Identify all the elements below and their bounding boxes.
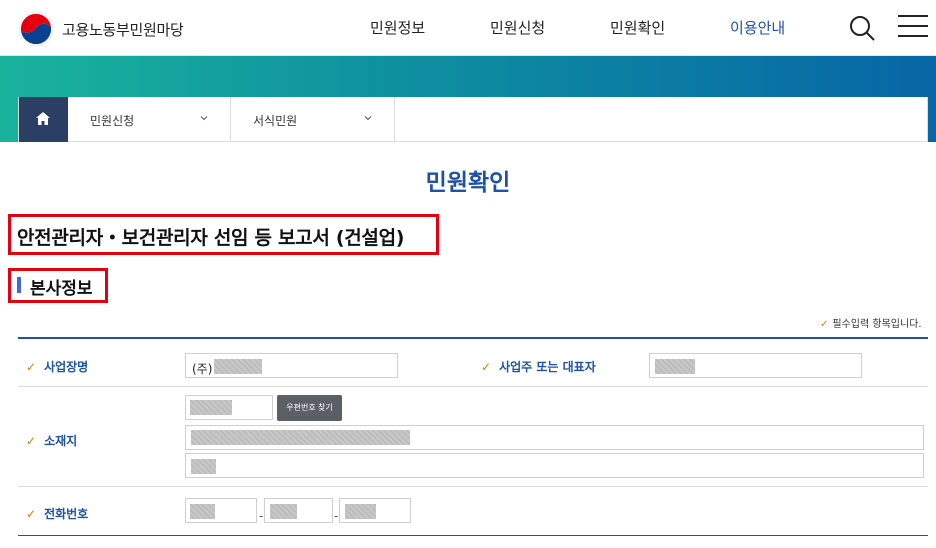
home-icon <box>36 112 50 125</box>
business-name-label: ✓ 사업장명 <box>26 360 89 374</box>
address-detail-input[interactable] <box>185 453 924 478</box>
phone-label: ✓ 전화번호 <box>26 507 89 521</box>
page-title: 민원확인 <box>425 170 511 196</box>
address-label: ✓ 소재지 <box>26 434 78 448</box>
section-title-bar <box>17 277 21 293</box>
redacted-business-name <box>214 359 262 374</box>
chevron-down-icon <box>364 116 372 121</box>
required-check-icon: ✓ <box>26 434 37 448</box>
nav-item-check[interactable]: 민원확인 <box>610 17 665 38</box>
phone-separator: - <box>259 509 264 523</box>
redacted-address-detail <box>191 459 216 474</box>
redacted-owner <box>655 359 695 374</box>
phone-separator: - <box>334 509 339 523</box>
search-icon[interactable] <box>848 14 876 42</box>
redacted-phone-part1 <box>190 504 215 519</box>
breadcrumb-dropdown-level1[interactable]: 민원신청 <box>68 97 231 142</box>
government-logo-icon[interactable] <box>18 11 54 47</box>
redacted-phone-part3 <box>345 504 376 519</box>
header: 고용노동부민원마당 민원정보 민원신청 민원확인 이용안내 <box>0 0 936 56</box>
document-title: 안전관리자・보건관리자 선임 등 보고서 (건설업) <box>17 227 405 249</box>
required-check-icon: ✓ <box>26 360 37 374</box>
chevron-down-icon <box>200 116 208 121</box>
breadcrumb-level1-label: 민원신청 <box>90 114 135 128</box>
owner-label: ✓ 사업주 또는 대표자 <box>481 360 596 374</box>
check-icon: ✓ <box>820 319 829 330</box>
row-divider <box>18 386 928 387</box>
section-title: 본사정보 <box>30 279 93 299</box>
required-note: ✓ 필수입력 항목입니다. <box>820 319 922 330</box>
home-button[interactable] <box>19 97 68 142</box>
form-top-border <box>18 337 928 339</box>
required-check-icon: ✓ <box>481 360 492 374</box>
business-name-prefix: (주) <box>192 362 213 376</box>
breadcrumb: 민원신청 서식민원 <box>18 97 928 142</box>
nav-item-guide[interactable]: 이용안내 <box>730 17 785 38</box>
breadcrumb-level2-label: 서식민원 <box>253 114 298 128</box>
breadcrumb-dropdown-level2[interactable]: 서식민원 <box>231 97 395 142</box>
find-zipcode-button[interactable]: 우편번호 찾기 <box>277 395 342 421</box>
site-title[interactable]: 고용노동부민원마당 <box>62 19 184 40</box>
redacted-address <box>191 430 410 445</box>
redacted-phone-part2 <box>270 504 297 519</box>
redacted-zipcode <box>190 400 232 415</box>
hamburger-menu-icon[interactable] <box>898 14 928 38</box>
form-bottom-border <box>18 535 928 536</box>
row-divider <box>18 486 928 487</box>
nav-item-info[interactable]: 민원정보 <box>370 17 425 38</box>
required-check-icon: ✓ <box>26 507 37 521</box>
nav-item-apply[interactable]: 민원신청 <box>490 17 545 38</box>
